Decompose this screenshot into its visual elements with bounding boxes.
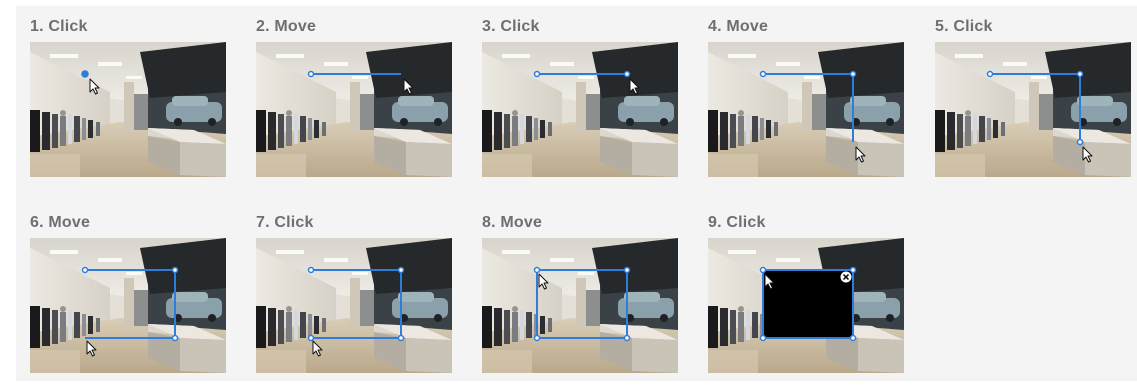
step-label: 6. Move	[30, 214, 91, 231]
selection-overlay	[307, 70, 414, 95]
selection-overlay	[533, 266, 631, 342]
scene-thumbnail	[256, 42, 452, 177]
selection-overlay	[759, 266, 857, 342]
vertex-handle[interactable]	[171, 334, 179, 342]
step-1: 1. Click	[30, 16, 230, 177]
step-7: 7. Click	[256, 212, 456, 373]
scene-thumbnail	[708, 238, 904, 373]
vertex-handle[interactable]	[397, 334, 405, 342]
vertex-handle[interactable]	[849, 70, 857, 78]
scene-thumbnail	[30, 238, 226, 373]
vertex-handle[interactable]	[623, 266, 631, 274]
step-8: 8. Move	[482, 212, 682, 373]
selection-overlay	[81, 70, 100, 95]
step-label: 2. Move	[256, 18, 317, 35]
step-label: 4. Move	[708, 18, 769, 35]
vertex-handle[interactable]	[307, 266, 315, 274]
vertex-handle[interactable]	[759, 266, 767, 274]
vertex-handle[interactable]	[1076, 138, 1084, 146]
filled-mask-region	[762, 269, 854, 339]
selection-overlay	[81, 266, 179, 357]
steps-panel: 1. Click 2. Move 3. Click 4. Move 5. Cli…	[16, 6, 1137, 381]
selection-overlay	[986, 70, 1093, 163]
vertex-handle[interactable]	[849, 266, 857, 274]
scene-thumbnail	[482, 42, 678, 177]
arrow-cursor-icon	[855, 146, 866, 163]
step-4: 4. Move	[708, 16, 908, 177]
step-label: 7. Click	[256, 214, 314, 231]
vertex-handle[interactable]	[623, 70, 631, 78]
arrow-cursor-icon	[86, 340, 97, 357]
vertex-handle[interactable]	[81, 70, 89, 78]
vertex-handle[interactable]	[307, 70, 315, 78]
step-9: 9. Click	[708, 212, 908, 373]
vertex-handle[interactable]	[533, 334, 541, 342]
selection-overlay	[307, 266, 405, 357]
vertex-handle[interactable]	[397, 266, 405, 274]
step-label: 9. Click	[708, 214, 766, 231]
vertex-handle[interactable]	[759, 334, 767, 342]
vertex-handle[interactable]	[533, 266, 541, 274]
step-label: 8. Move	[482, 214, 543, 231]
vertex-handle[interactable]	[1076, 70, 1084, 78]
scene-thumbnail	[482, 238, 678, 373]
vertex-handle[interactable]	[986, 70, 994, 78]
step-label: 3. Click	[482, 18, 540, 35]
arrow-cursor-icon	[403, 78, 414, 95]
vertex-handle[interactable]	[849, 334, 857, 342]
scene-thumbnail	[935, 42, 1131, 177]
selection-overlay	[759, 70, 866, 163]
close-circle-icon[interactable]	[840, 271, 852, 283]
arrow-cursor-icon	[538, 273, 549, 290]
scene-thumbnail	[708, 42, 904, 177]
vertex-handle[interactable]	[81, 266, 89, 274]
step-3: 3. Click	[482, 16, 682, 177]
selection-overlay	[533, 70, 640, 95]
vertex-handle[interactable]	[307, 334, 315, 342]
scene-thumbnail	[30, 42, 226, 177]
vertex-handle[interactable]	[759, 70, 767, 78]
step-label: 5. Click	[935, 18, 993, 35]
step-2: 2. Move	[256, 16, 456, 177]
step-6: 6. Move	[30, 212, 230, 373]
arrow-cursor-icon	[89, 78, 100, 95]
step-5: 5. Click	[935, 16, 1135, 177]
vertex-handle[interactable]	[171, 266, 179, 274]
scene-thumbnail	[256, 238, 452, 373]
step-label: 1. Click	[30, 18, 88, 35]
vertex-handle[interactable]	[533, 70, 541, 78]
arrow-cursor-icon	[312, 340, 323, 357]
arrow-cursor-icon	[1082, 146, 1093, 163]
arrow-cursor-icon	[629, 78, 640, 95]
vertex-handle[interactable]	[623, 334, 631, 342]
